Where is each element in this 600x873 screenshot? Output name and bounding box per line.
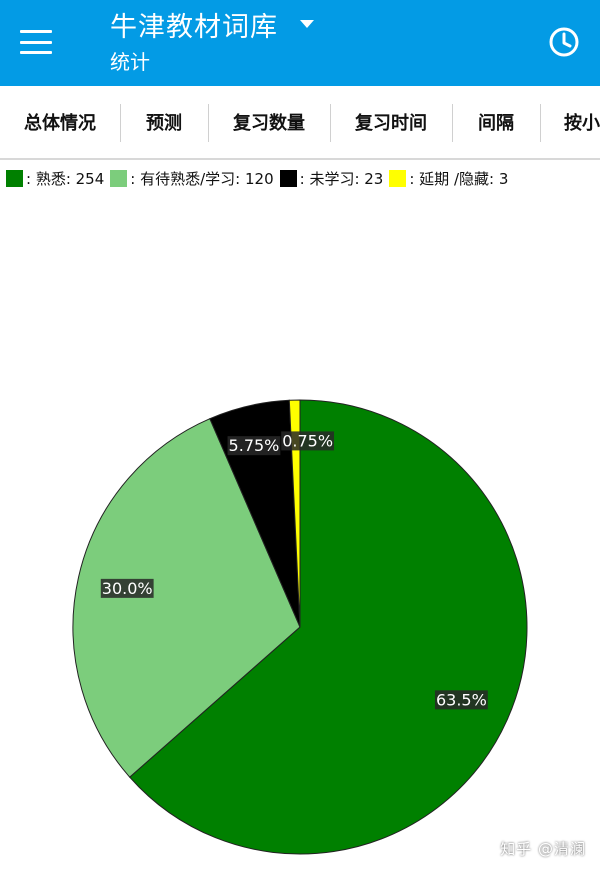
tab-label: 按小: [564, 113, 600, 134]
watermark: 知乎 @清澜: [500, 840, 586, 858]
tab-label: 复习数量: [233, 113, 305, 134]
legend-swatch-known: [6, 169, 23, 187]
tab-review-time[interactable]: 复习时间: [330, 86, 452, 158]
tab-intervals[interactable]: 间隔: [452, 86, 540, 158]
legend-swatch-suspended: [389, 169, 407, 187]
svg-text:63.5%: 63.5%: [436, 690, 487, 709]
legend-swatch-learning: [110, 169, 128, 187]
pie-percent-label: 30.0%: [100, 578, 154, 598]
tab-review-count[interactable]: 复习数量: [208, 86, 330, 158]
pie-percent-label: 5.75%: [227, 436, 281, 456]
legend-label-known: : 熟悉: 254: [26, 169, 105, 188]
hamburger-menu-icon[interactable]: [20, 24, 60, 60]
legend-swatch-unlearned: [279, 169, 297, 187]
pie-percent-label: 63.5%: [434, 690, 488, 710]
tab-label: 预测: [146, 113, 182, 134]
pie-percent-label: 0.75%: [281, 431, 335, 451]
page-subtitle: 统计: [110, 50, 150, 74]
tab-bar: 总体情况 预测 复习数量 复习时间 间隔 按小: [0, 86, 600, 160]
svg-text:30.0%: 30.0%: [102, 579, 153, 598]
app-title: 牛津教材词库: [110, 12, 278, 43]
chart-area: 63.5% 30.0% 5.75% 0.75%: [0, 190, 600, 873]
chart-legend: : 熟悉: 254 : 有待熟悉/学习: 120 : 未学习: 23 : 延期 …: [6, 167, 514, 189]
tab-label: 间隔: [478, 113, 514, 134]
tab-overview[interactable]: 总体情况: [0, 86, 120, 158]
tab-label: 总体情况: [24, 113, 96, 134]
caret-down-icon[interactable]: [300, 20, 314, 28]
deck-selector[interactable]: 牛津教材词库: [110, 10, 314, 46]
svg-text:0.75%: 0.75%: [282, 431, 333, 450]
pie-chart: 63.5% 30.0% 5.75% 0.75%: [72, 399, 528, 855]
tab-label: 复习时间: [355, 113, 427, 134]
tab-forecast[interactable]: 预测: [120, 86, 208, 158]
title-block: 牛津教材词库 统计: [110, 10, 314, 76]
legend-label-suspended: : 延期 /隐藏: 3: [409, 169, 509, 188]
svg-text:5.75%: 5.75%: [229, 436, 280, 455]
legend-label-learning: : 有待熟悉/学习: 120: [130, 169, 274, 188]
app-bar: 牛津教材词库 统计: [0, 0, 600, 86]
clock-icon[interactable]: [548, 26, 580, 58]
tab-hourly[interactable]: 按小: [540, 86, 600, 158]
legend-label-unlearned: : 未学习: 23: [299, 169, 384, 188]
